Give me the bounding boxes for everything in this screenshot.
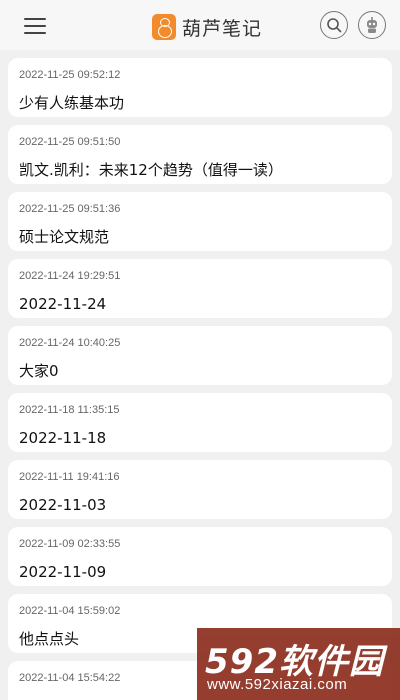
note-title: 硕士论文规范 (19, 228, 110, 246)
note-item[interactable]: 2022-11-25 09:51:36 硕士论文规范 (8, 192, 392, 251)
note-timestamp: 2022-11-04 15:59:02 (19, 605, 121, 617)
app-title: 葫芦笔记 (182, 17, 263, 40)
note-timestamp: 2022-11-11 19:41:16 (19, 471, 120, 483)
menu-icon[interactable] (24, 18, 46, 34)
watermark-logo: 592软件园 www.592xiazai.com (197, 628, 400, 700)
note-timestamp: 2022-11-24 19:29:51 (19, 270, 121, 282)
watermark-url: www.592xiazai.com (207, 676, 348, 693)
note-item[interactable]: 2022-11-18 11:35:15 2022-11-18 (8, 393, 392, 452)
note-item[interactable]: 2022-11-09 02:33:55 2022-11-09 (8, 527, 392, 586)
note-timestamp: 2022-11-25 09:51:36 (19, 203, 121, 215)
note-timestamp: 2022-11-25 09:52:12 (19, 69, 121, 81)
note-title: 2022-11-09 (19, 563, 107, 581)
note-title: 2022-11-18 (19, 429, 107, 447)
gourd-logo-icon (152, 14, 176, 40)
note-item[interactable]: 2022-11-25 09:52:12 少有人练基本功 (8, 58, 392, 117)
note-item[interactable]: 2022-11-24 19:29:51 2022-11-24 (8, 259, 392, 318)
search-icon (327, 18, 342, 33)
note-item[interactable]: 2022-11-25 09:51:50 凯文.凯利：未来12个趋势（值得一读） (8, 125, 392, 184)
robot-button[interactable] (358, 11, 386, 39)
note-list: 2022-11-25 09:52:12 少有人练基本功 2022-11-25 09:… (8, 58, 392, 700)
app-brand: 葫芦笔记 (152, 13, 262, 41)
note-item[interactable]: 2022-11-24 10:40:25 大家0 (8, 326, 392, 385)
note-title: 2022-11-03 (19, 496, 107, 514)
note-timestamp: 2022-11-09 02:33:55 (19, 538, 121, 550)
note-title: 2022-11-24 (19, 295, 107, 313)
note-timestamp: 2022-11-25 09:51:50 (19, 136, 121, 148)
note-timestamp: 2022-11-24 10:40:25 (19, 337, 121, 349)
note-title: 凯文.凯利：未来12个趋势（值得一读） (19, 161, 283, 179)
note-timestamp: 2022-11-18 11:35:15 (19, 404, 120, 416)
app-header: 葫芦笔记 (0, 0, 400, 50)
note-title: 大家0 (19, 362, 59, 380)
note-title: 少有人练基本功 (19, 94, 125, 112)
note-item[interactable]: 2022-11-11 19:41:16 2022-11-03 (8, 460, 392, 519)
robot-icon (367, 17, 377, 33)
search-button[interactable] (320, 11, 348, 39)
